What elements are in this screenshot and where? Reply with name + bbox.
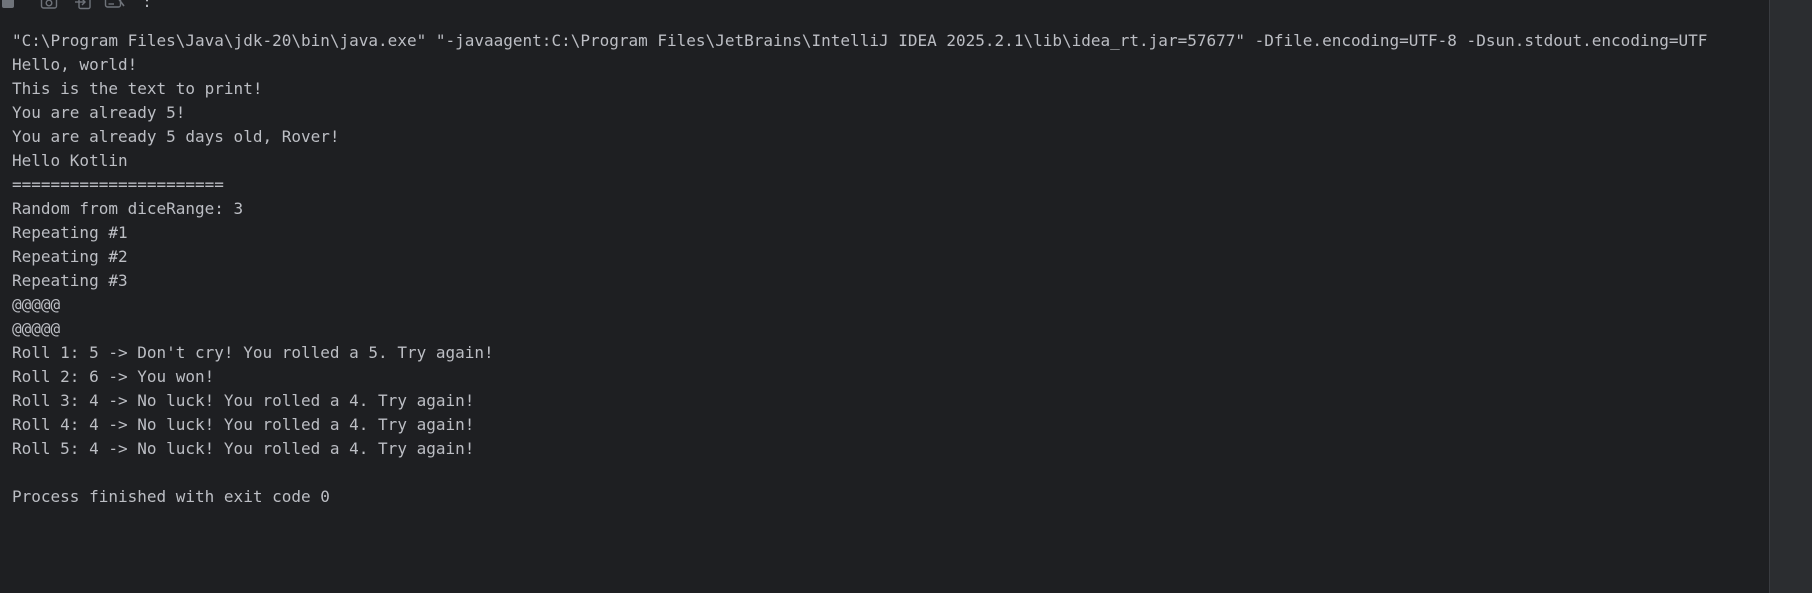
console-line: Repeating #1 [12,223,128,242]
vertical-scrollbar[interactable] [1769,0,1812,593]
console-line: Random from diceRange: 3 [12,199,244,218]
more-options-button[interactable]: : [140,0,154,12]
console-line: Roll 3: 4 -> No luck! You rolled a 4. Tr… [12,391,475,410]
console-line: Hello, world! [12,55,138,74]
console-line: Repeating #2 [12,247,128,266]
screenshot-button[interactable] [38,0,60,12]
stop-icon [1,0,15,9]
export-button[interactable] [72,0,94,12]
print-icon [104,0,126,10]
console-line: Roll 5: 4 -> No luck! You rolled a 4. Tr… [12,439,475,458]
console-line: ====================== [12,175,224,194]
console-line: You are already 5 days old, Rover! [12,127,340,146]
console-line: You are already 5! [12,103,186,122]
console-line: Roll 1: 5 -> Don't cry! You rolled a 5. … [12,343,494,362]
print-button[interactable] [102,0,128,12]
console-line: @@@@@ [12,319,61,338]
console-line: Hello Kotlin [12,151,128,170]
camera-icon [40,0,58,10]
console-exit-line: Process finished with exit code 0 [12,487,330,506]
console-command-line: "C:\Program Files\Java\jdk-20\bin\java.e… [12,31,1708,50]
run-tool-window: : "C:\Program Files\Java\jdk-20\bin\java… [0,0,1812,593]
console-line: This is the text to print! [12,79,263,98]
stop-button[interactable] [0,0,16,12]
console-line: Roll 4: 4 -> No luck! You rolled a 4. Tr… [12,415,475,434]
console-output[interactable]: "C:\Program Files\Java\jdk-20\bin\java.e… [0,27,1770,593]
more-options-icon: : [142,0,152,11]
console-line: Roll 2: 6 -> You won! [12,367,215,386]
console-toolbar: : [0,0,1770,14]
console-line: Repeating #3 [12,271,128,290]
console-line: @@@@@ [12,295,61,314]
export-icon [74,0,92,10]
